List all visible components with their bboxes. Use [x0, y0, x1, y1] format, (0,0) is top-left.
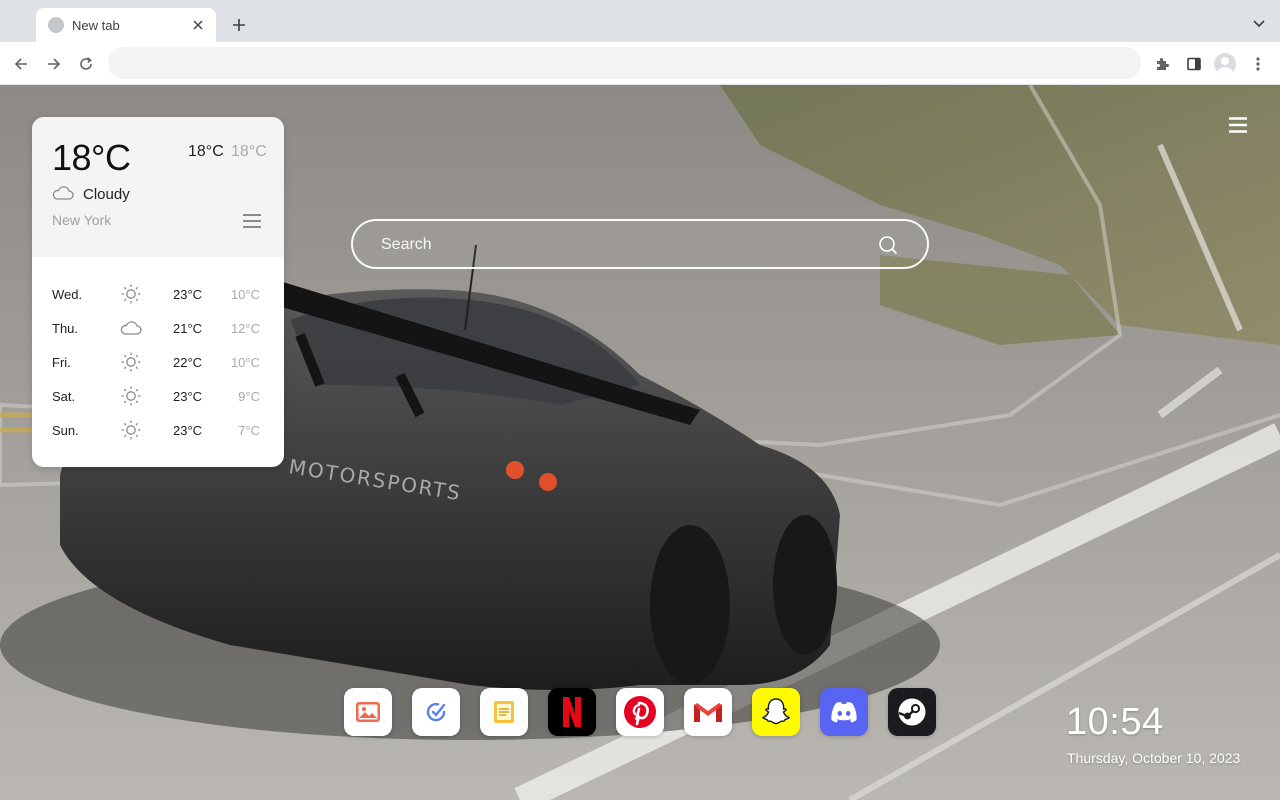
high-temperature: 18°C — [188, 143, 224, 160]
pinterest-icon — [624, 696, 656, 728]
cloud-icon — [52, 186, 74, 200]
app-photos[interactable] — [344, 688, 392, 736]
sun-icon — [120, 419, 142, 441]
arrow-left-icon — [14, 58, 27, 70]
clock-time: 10:54 — [1066, 701, 1164, 743]
app-notes[interactable] — [480, 688, 528, 736]
forecast-high: 22°C — [173, 355, 203, 370]
app-gmail[interactable] — [684, 688, 732, 736]
plus-icon — [233, 19, 245, 31]
forecast-day: Wed. — [52, 287, 83, 302]
steam-icon — [898, 698, 926, 726]
new-tab-button[interactable] — [228, 14, 250, 36]
current-temperature: 18°C — [52, 137, 131, 178]
weather-condition: Cloudy — [83, 186, 130, 203]
photos-icon — [356, 702, 380, 722]
notes-icon — [494, 701, 514, 723]
tasks-icon — [426, 702, 446, 722]
weather-menu-icon[interactable] — [242, 213, 262, 229]
forward-button[interactable] — [42, 52, 66, 76]
search-box[interactable] — [351, 219, 929, 269]
profile-button[interactable] — [1212, 51, 1238, 77]
sun-icon — [120, 385, 142, 407]
weather-current: 18°C 18°C 18°C Cloudy New York — [32, 117, 284, 257]
sun-icon — [120, 283, 142, 305]
app-pinterest[interactable] — [616, 688, 664, 736]
snapchat-icon — [762, 698, 790, 725]
address-bar[interactable] — [108, 47, 1141, 79]
forecast-day: Thu. — [52, 321, 79, 336]
tab-title: New tab — [72, 17, 120, 33]
back-button[interactable] — [9, 52, 33, 76]
forecast-high: 21°C — [173, 321, 203, 336]
app-snapchat[interactable] — [752, 688, 800, 736]
forecast-day: Sat. — [52, 389, 76, 404]
forecast-high: 23°C — [173, 287, 203, 302]
chrome-menu-button[interactable] — [1245, 51, 1271, 77]
tab-strip: New tab — [0, 0, 1280, 42]
hamburger-icon[interactable] — [1228, 116, 1248, 134]
forecast-row: Thu. 21°C 12°C — [32, 311, 284, 345]
side-panel-button[interactable] — [1181, 51, 1207, 77]
weather-widget[interactable]: 18°C 18°C 18°C Cloudy New York Wed. 23°C 1… — [32, 117, 284, 467]
forecast-high: 23°C — [173, 423, 203, 438]
reload-button[interactable] — [74, 52, 98, 76]
search-icon[interactable] — [877, 234, 899, 256]
gmail-icon — [694, 703, 722, 722]
arrow-right-icon — [48, 58, 61, 70]
forecast-row: Sat. 23°C 9°C — [32, 379, 284, 413]
low-temperature: 18°C — [231, 143, 267, 160]
forecast-high: 23°C — [173, 389, 203, 404]
tab-search-button[interactable] — [1250, 15, 1268, 33]
discord-icon — [831, 702, 857, 723]
forecast-low: 7°C — [238, 423, 260, 438]
reload-icon — [80, 57, 92, 70]
avatar-icon — [1214, 53, 1236, 75]
side-panel-icon — [1187, 57, 1201, 71]
extensions-button[interactable] — [1149, 51, 1175, 77]
search-input[interactable] — [381, 233, 861, 257]
forecast-low: 9°C — [238, 389, 260, 404]
forecast-low: 12°C — [230, 321, 260, 336]
forecast-low: 10°C — [230, 287, 260, 302]
weather-city[interactable]: New York — [52, 212, 111, 228]
clock-date: Thursday, October 10, 2023 — [1067, 750, 1241, 766]
puzzle-icon — [1157, 58, 1169, 70]
sun-icon — [120, 351, 142, 373]
kebab-icon — [1256, 57, 1260, 71]
forecast-row: Wed. 23°C 10°C — [32, 277, 284, 311]
app-netflix[interactable] — [548, 688, 596, 736]
new-tab-page: MOTORSPORTS 18°C 18°C 18°C Cloudy New Yo… — [0, 85, 1280, 800]
cloud-icon — [120, 317, 142, 339]
favicon-icon — [48, 17, 64, 33]
forecast-day: Sun. — [52, 423, 79, 438]
browser-toolbar — [0, 42, 1280, 85]
app-dock — [344, 688, 936, 736]
app-tasks[interactable] — [412, 688, 460, 736]
forecast-day: Fri. — [52, 355, 71, 370]
forecast-low: 10°C — [230, 355, 260, 370]
app-steam[interactable] — [888, 688, 936, 736]
forecast-row: Sun. 23°C 7°C — [32, 413, 284, 447]
forecast-row: Fri. 22°C 10°C — [32, 345, 284, 379]
forecast-list: Wed. 23°C 10°C Thu. 21°C 12°C Fri. 22°C 10°C Sat.… — [32, 277, 284, 447]
chevron-down-icon — [1253, 20, 1265, 28]
close-icon[interactable] — [190, 17, 206, 33]
app-discord[interactable] — [820, 688, 868, 736]
netflix-icon — [563, 697, 581, 727]
tab-new-tab[interactable]: New tab — [36, 8, 216, 42]
